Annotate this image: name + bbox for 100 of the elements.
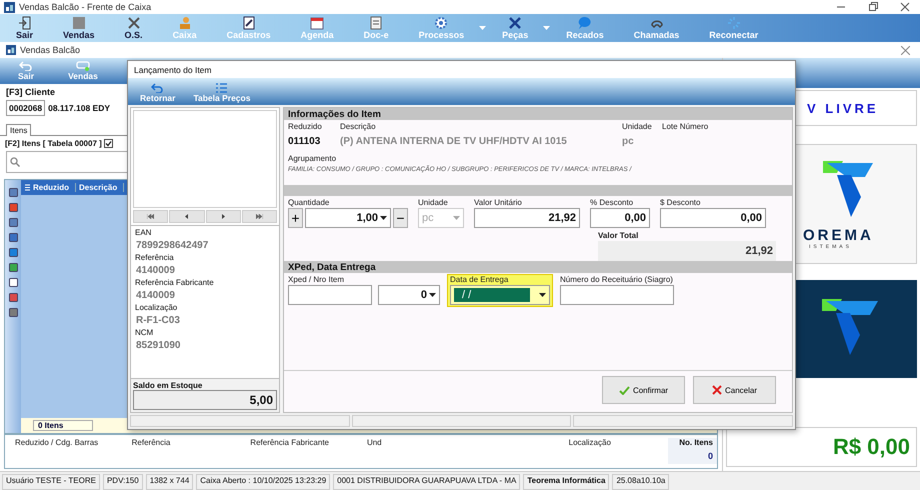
checkbox[interactable] bbox=[104, 139, 113, 148]
app-icon bbox=[6, 45, 16, 55]
field-label: Data de Entrega bbox=[450, 275, 510, 284]
prescription-number-field[interactable] bbox=[560, 285, 674, 305]
items-title: [F2] Itens [ Tabela 00007 ] bbox=[5, 139, 102, 148]
client-code-field[interactable]: 0002068 bbox=[6, 100, 46, 116]
field-label: Número do Receituário (Siagro) bbox=[560, 275, 674, 284]
field-label: Saldo em Estoque bbox=[133, 381, 204, 390]
section-header: Informações do Item bbox=[284, 108, 792, 120]
field-label: Referência bbox=[132, 438, 172, 447]
field-label: Referência bbox=[135, 253, 175, 262]
confirm-button[interactable]: Confirmar bbox=[602, 376, 685, 404]
toolbar-button[interactable]: Chamadas bbox=[628, 16, 686, 40]
list-icon bbox=[215, 83, 228, 93]
field-label: Localização bbox=[135, 303, 178, 312]
field-label: $ Desconto bbox=[660, 198, 702, 207]
dropdown-caret-icon bbox=[453, 216, 460, 220]
field-label: Agrupamento bbox=[287, 153, 338, 163]
quantity-field[interactable]: 1,00 bbox=[305, 208, 391, 228]
field-label: NCM bbox=[135, 328, 154, 337]
exit-icon bbox=[18, 16, 32, 30]
dropdown-caret-icon bbox=[539, 293, 546, 297]
last-button[interactable] bbox=[242, 210, 277, 223]
checkmark-icon bbox=[618, 386, 630, 394]
section-header: XPed, Data Entrega bbox=[284, 261, 792, 273]
date-field[interactable]: / / bbox=[450, 285, 550, 305]
field-label: Xped / Nro Item bbox=[288, 275, 346, 284]
next-icon bbox=[222, 214, 225, 219]
close-icon[interactable] bbox=[900, 2, 910, 12]
status-bar-item: PDV:150 bbox=[102, 474, 143, 490]
client-name: 08.117.108 EDY bbox=[48, 103, 110, 113]
calendar-icon bbox=[310, 16, 324, 30]
discount-amount-field[interactable]: 0,00 bbox=[660, 208, 766, 228]
first-icon bbox=[147, 214, 154, 219]
xped-field[interactable] bbox=[288, 285, 372, 305]
close-icon bbox=[712, 385, 722, 395]
field-value: 7899298642497 bbox=[135, 239, 210, 253]
increase-button[interactable]: + bbox=[288, 208, 303, 228]
banner-text: V LIVRE bbox=[807, 100, 879, 116]
child-window-title: Vendas Balcão bbox=[20, 45, 80, 55]
stock-field: 5,00 bbox=[133, 390, 277, 410]
field-value: 85291090 bbox=[135, 339, 182, 353]
toolbar-button[interactable]: Sair bbox=[10, 16, 40, 40]
item-count-label: No. Itens bbox=[679, 438, 713, 447]
chat-bubble-icon bbox=[578, 16, 592, 30]
field-label: Und bbox=[366, 438, 383, 447]
first-button[interactable] bbox=[133, 210, 168, 223]
close-icon[interactable] bbox=[901, 46, 910, 54]
decrease-button[interactable]: − bbox=[393, 208, 408, 228]
window-title: Vendas Balcão - Frente de Caixa bbox=[19, 2, 152, 12]
status-bar-item: 0001 DISTRIBUIDORA GUARAPUAVA LTDA - MA bbox=[333, 474, 520, 490]
field-label: Unidade bbox=[622, 122, 653, 131]
gear-icon bbox=[434, 16, 448, 30]
field-label: Descrição bbox=[340, 122, 377, 131]
field-label: Referência Fabricante bbox=[250, 438, 330, 447]
field-label: % Desconto bbox=[590, 198, 634, 207]
field-label: Valor Unitário bbox=[474, 198, 523, 207]
tab[interactable]: Itens bbox=[6, 124, 32, 136]
last-icon bbox=[256, 214, 263, 219]
back-arrow-icon bbox=[151, 83, 164, 93]
box-icon bbox=[72, 16, 86, 30]
field-label: Reduzido / Cdg. Barras bbox=[15, 438, 100, 447]
toolbar-button[interactable]: Sair bbox=[14, 61, 38, 81]
dropdown-caret-icon bbox=[543, 26, 550, 30]
dialog-title: Lançamento do Item bbox=[134, 64, 212, 74]
maximize-icon[interactable] bbox=[868, 2, 878, 12]
field-label: Referência Fabricante bbox=[135, 278, 215, 287]
item-count-value: 0 bbox=[708, 451, 713, 461]
dropdown-caret-icon bbox=[479, 26, 486, 30]
search-icon bbox=[10, 157, 20, 167]
items-count: 0 Itens bbox=[33, 420, 93, 431]
toolbar-button[interactable]: Vendas bbox=[64, 61, 102, 81]
field-label: Valor Total bbox=[598, 231, 640, 240]
toolbar-button[interactable]: Reconectar bbox=[703, 16, 764, 40]
field-value: (P) ANTENA INTERNA DE TV UHF/HDTV AI 1015 bbox=[340, 135, 568, 147]
status-bar-item: 25.08a10.10a bbox=[612, 474, 670, 490]
unit-price-field[interactable]: 21,92 bbox=[474, 208, 580, 228]
field-value: 4140009 bbox=[135, 289, 176, 303]
item-number-field[interactable]: 0 bbox=[378, 285, 440, 305]
field-label: Unidade bbox=[418, 198, 449, 207]
column-header[interactable]: Descrição bbox=[79, 183, 124, 192]
column-menu-icon[interactable] bbox=[25, 184, 30, 191]
toolbar-button[interactable]: O.S. bbox=[118, 16, 149, 40]
field-label: Quantidade bbox=[288, 198, 330, 207]
field-value: 011103 bbox=[288, 135, 322, 147]
discount-percent-field[interactable]: 0,00 bbox=[590, 208, 650, 228]
toolbar-button[interactable]: Tabela Preços bbox=[191, 83, 252, 105]
dropdown-caret-icon bbox=[429, 293, 436, 297]
dropdown-caret-icon bbox=[380, 216, 387, 220]
logo-text: OREMA bbox=[803, 227, 874, 244]
field-label: Reduzido bbox=[288, 122, 323, 131]
field-label: EAN bbox=[135, 228, 152, 237]
field-value: R-F1-C03 bbox=[135, 314, 181, 328]
column-header[interactable]: Reduzido bbox=[33, 183, 76, 192]
toolbar-button[interactable]: Retornar bbox=[138, 83, 178, 105]
field-value: 4140009 bbox=[135, 264, 176, 278]
toolbar-button[interactable]: Vendas bbox=[57, 16, 101, 40]
status-bar-item: Usuário TESTE - TEORE bbox=[2, 474, 100, 490]
cancel-button[interactable]: Cancelar bbox=[693, 376, 776, 404]
total-field: 21,92 bbox=[598, 241, 776, 261]
